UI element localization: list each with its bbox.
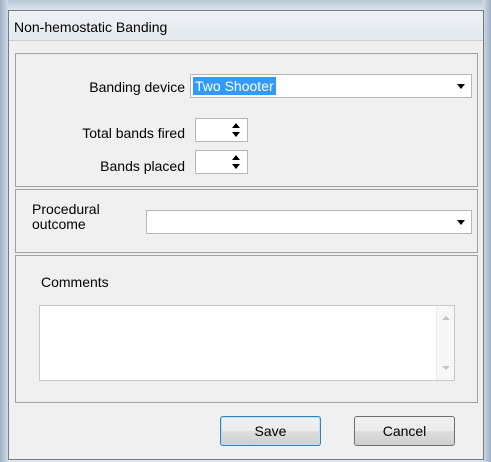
outcome-select[interactable] [146,210,472,234]
desktop-background-left [0,0,8,462]
comments-label: Comments [41,274,109,290]
stepper-up-icon[interactable] [232,123,240,128]
outcome-label-line2: outcome [32,216,86,232]
dialog-window: Non-hemostatic Banding Banding device Tw… [8,10,484,460]
chevron-down-icon[interactable] [457,220,465,225]
comments-textarea[interactable] [39,305,455,381]
banding-device-select[interactable]: Two Shooter [190,74,472,98]
cancel-button[interactable]: Cancel [354,416,455,446]
outcome-group: Procedural outcome [15,189,478,253]
bands-placed-label: Bands placed [100,158,185,174]
banding-group: Banding device Two Shooter Total bands f… [15,53,478,187]
scroll-down-icon[interactable] [442,366,450,370]
banding-device-value: Two Shooter [193,77,276,95]
window-title: Non-hemostatic Banding [14,19,168,35]
save-button[interactable]: Save [220,416,321,446]
comments-group: Comments [15,255,478,403]
total-bands-stepper[interactable] [195,118,248,142]
banding-device-label: Banding device [89,79,185,95]
stepper-down-icon[interactable] [232,132,240,137]
scroll-up-icon[interactable] [442,316,450,320]
chevron-down-icon[interactable] [457,84,465,89]
total-bands-label: Total bands fired [82,125,185,141]
desktop-background-right [483,0,491,462]
title-bar[interactable]: Non-hemostatic Banding [9,11,483,41]
outcome-label-line1: Procedural [32,201,100,217]
vertical-scrollbar[interactable] [436,306,454,380]
desktop-background [0,0,491,10]
stepper-up-icon[interactable] [232,155,240,160]
stepper-down-icon[interactable] [232,164,240,169]
bands-placed-stepper[interactable] [195,150,248,174]
